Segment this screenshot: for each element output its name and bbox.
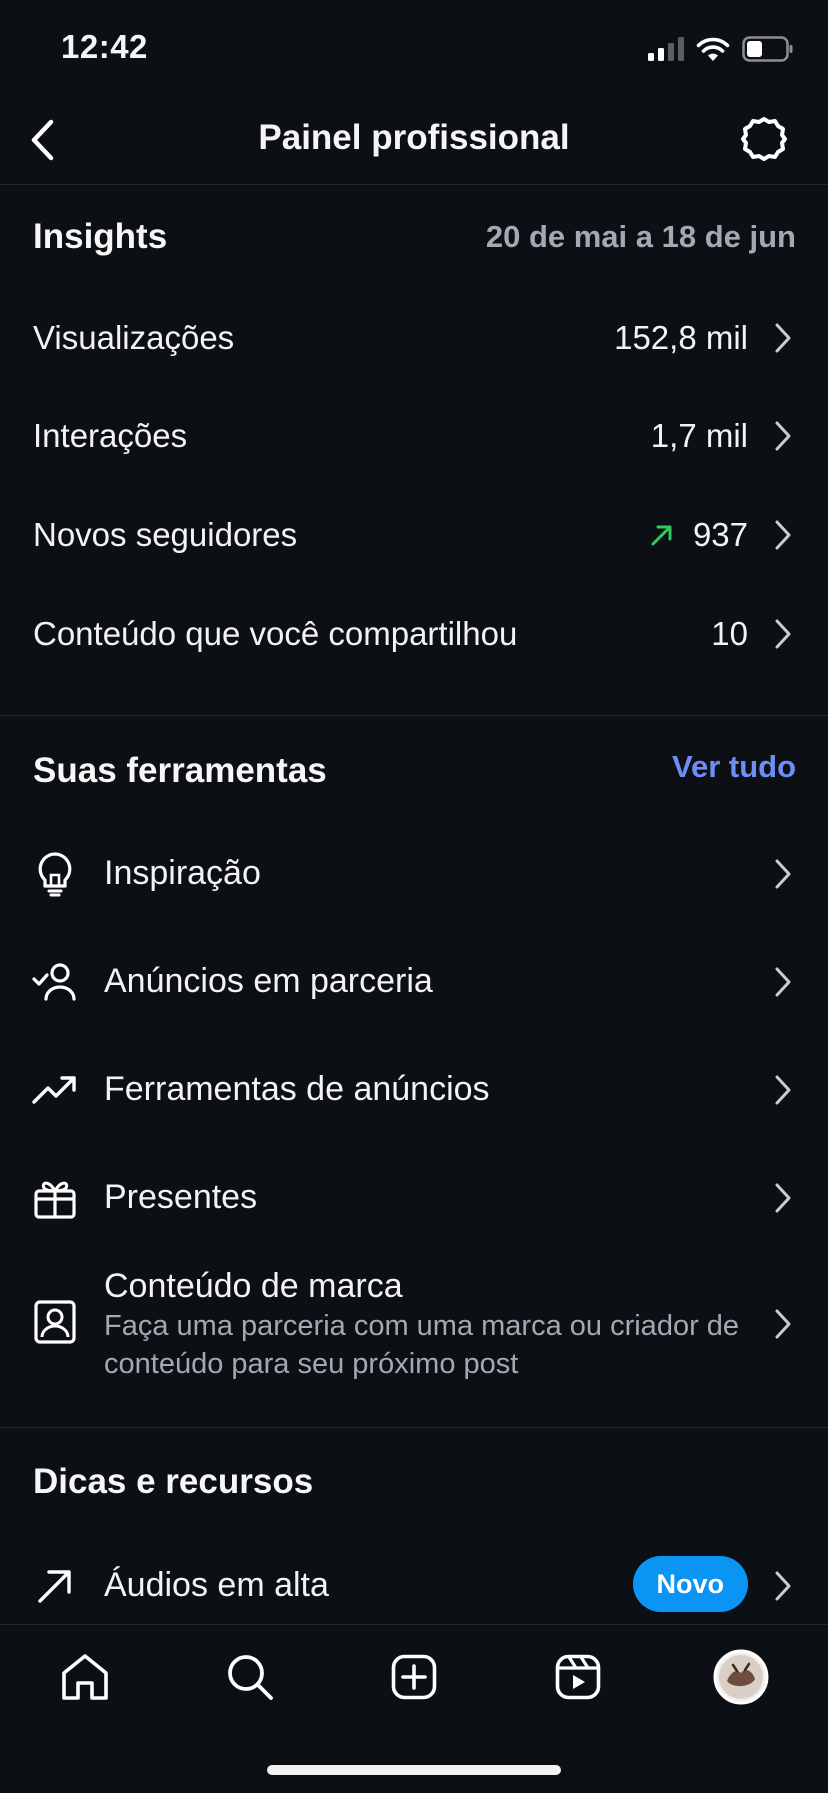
chevron-right-icon	[772, 1568, 794, 1604]
inspiration-label: Inspiração	[104, 854, 261, 892]
tool-partnership-ads[interactable]: Anúncios em parceria	[0, 928, 828, 1036]
tips-title: Dicas e recursos	[33, 1462, 314, 1501]
arrow-up-right-icon	[32, 1563, 78, 1609]
new-badge: Novo	[632, 1556, 748, 1612]
new-followers-value: 937	[692, 516, 748, 553]
views-label: Visualizações	[33, 319, 235, 356]
chevron-right-icon	[772, 1072, 794, 1108]
insights-title: Insights	[33, 217, 168, 256]
gifts-label: Presentes	[104, 1178, 258, 1216]
chevron-right-icon	[772, 320, 794, 356]
new-followers-value-group: 937	[649, 516, 748, 554]
profile-avatar	[713, 1649, 769, 1705]
tool-branded-content[interactable]: Conteúdo de marca Faça uma parceria com …	[0, 1256, 828, 1386]
partnership-ads-label: Anúncios em parceria	[104, 962, 433, 1000]
branded-content-icon	[32, 1299, 78, 1345]
gear-icon	[741, 117, 787, 161]
trending-audio-label: Áudios em alta	[104, 1566, 329, 1604]
wifi-icon	[696, 37, 730, 61]
page-title: Painel profissional	[258, 118, 570, 157]
chevron-right-icon	[772, 517, 794, 553]
settings-button[interactable]	[738, 113, 790, 165]
status-time: 12:42	[61, 28, 148, 65]
insights-row-shared-content[interactable]: Conteúdo que você compartilhou 10	[0, 586, 828, 682]
signal-icon	[648, 37, 684, 61]
insights-date-range: 20 de mai a 18 de jun	[485, 219, 796, 254]
chevron-right-icon	[772, 418, 794, 454]
see-all-link[interactable]: Ver tudo	[672, 749, 796, 785]
trend-up-arrow-icon	[651, 525, 672, 546]
ads-tools-label: Ferramentas de anúncios	[104, 1070, 490, 1108]
trending-up-icon	[32, 1067, 78, 1113]
tool-inspiration[interactable]: Inspiração	[0, 820, 828, 928]
lightbulb-icon	[32, 851, 78, 897]
interactions-value: 1,7 mil	[650, 417, 748, 454]
tab-reels[interactable]	[546, 1645, 610, 1709]
tool-ads-tools[interactable]: Ferramentas de anúncios	[0, 1036, 828, 1144]
home-icon	[62, 1654, 108, 1700]
section-divider	[0, 715, 828, 716]
insights-row-views[interactable]: Visualizações 152,8 mil	[0, 290, 828, 386]
branded-content-description: Faça uma parceria com uma marca ou criad…	[104, 1310, 740, 1380]
create-plus-icon	[391, 1654, 437, 1700]
shared-content-label: Conteúdo que você compartilhou	[33, 615, 518, 652]
status-icons	[648, 36, 794, 62]
chevron-right-icon	[772, 964, 794, 1000]
tab-search[interactable]	[218, 1645, 282, 1709]
new-followers-label: Novos seguidores	[33, 516, 298, 553]
section-divider	[0, 1427, 828, 1428]
chevron-right-icon	[772, 1306, 794, 1342]
tab-home[interactable]	[53, 1645, 117, 1709]
chevron-right-icon	[772, 616, 794, 652]
shared-content-value: 10	[711, 615, 748, 652]
partner-user-check-icon	[32, 959, 78, 1005]
gift-icon	[32, 1175, 78, 1221]
tools-title: Suas ferramentas	[33, 751, 327, 790]
tool-gifts[interactable]: Presentes	[0, 1144, 828, 1252]
tab-create[interactable]	[382, 1645, 446, 1709]
battery-icon	[742, 36, 793, 62]
home-indicator	[267, 1765, 561, 1775]
views-value: 152,8 mil	[614, 319, 748, 356]
insights-row-interactions[interactable]: Interações 1,7 mil	[0, 388, 828, 484]
interactions-label: Interações	[33, 417, 188, 454]
search-icon	[228, 1655, 273, 1700]
chevron-right-icon	[772, 856, 794, 892]
tab-profile[interactable]	[709, 1645, 773, 1709]
chevron-right-icon	[772, 1180, 794, 1216]
branded-content-label: Conteúdo de marca	[104, 1267, 403, 1305]
reels-icon	[555, 1654, 601, 1700]
insights-row-new-followers[interactable]: Novos seguidores 937	[0, 487, 828, 583]
